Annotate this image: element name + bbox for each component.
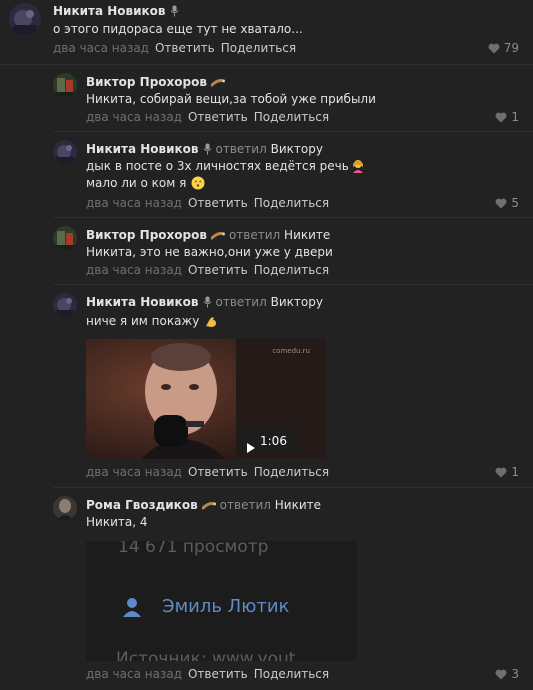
- microphone-icon: [203, 143, 212, 159]
- like-count: 79: [503, 41, 519, 55]
- user-icon: [122, 597, 142, 621]
- reply-button[interactable]: Ответить: [155, 41, 215, 55]
- comment-reply: Никита Новиков ответил Виктору дык в пост…: [0, 133, 533, 218]
- divider: [53, 284, 533, 285]
- share-button[interactable]: Поделиться: [254, 667, 329, 681]
- replied-label: ответил: [219, 498, 271, 512]
- cigar-icon: [210, 76, 226, 92]
- cigar-icon: [210, 229, 226, 245]
- person-tipping-hand-emoji-icon: [351, 159, 365, 178]
- microphone-icon: [170, 5, 179, 21]
- reply-target[interactable]: Виктору: [271, 295, 323, 309]
- like-button[interactable]: 79: [488, 40, 519, 58]
- divider: [0, 64, 533, 65]
- avatar[interactable]: [53, 140, 77, 164]
- image-attachment[interactable]: 14 671 просмотр Эмиль Лютик Источник: ww…: [86, 541, 357, 661]
- video-thumbnail[interactable]: comedu.ru 1:06: [86, 339, 326, 459]
- comment-time: два часа назад: [86, 196, 182, 210]
- share-button[interactable]: Поделиться: [221, 41, 296, 55]
- comment-author[interactable]: Никита Новиков: [86, 295, 199, 309]
- reply-target[interactable]: Никите: [275, 498, 321, 512]
- video-watermark: comedu.ru: [272, 347, 310, 355]
- video-duration-badge: 1:06: [238, 428, 298, 454]
- share-button[interactable]: Поделиться: [254, 196, 329, 210]
- comment-time: два часа назад: [86, 465, 182, 479]
- comment-text: Никита, это не важно,они уже у двери: [86, 245, 333, 259]
- comment-text: о этого пидораса еще тут не хватало...: [53, 22, 303, 36]
- reply-button[interactable]: Ответить: [188, 263, 248, 277]
- reply-button[interactable]: Ответить: [188, 465, 248, 479]
- divider: [53, 487, 533, 488]
- like-button[interactable]: 5: [495, 195, 519, 213]
- comment-text: Никита, собирай вещи,за тобой уже прибыл…: [86, 92, 376, 106]
- image-text-source: Источник: www.yout: [116, 649, 296, 661]
- reply-target[interactable]: Виктору: [271, 142, 323, 156]
- comment-author[interactable]: Виктор Прохоров: [86, 228, 207, 242]
- video-duration: 1:06: [260, 434, 287, 448]
- avatar[interactable]: [53, 73, 77, 97]
- replied-label: ответил: [215, 142, 267, 156]
- like-count: 5: [511, 196, 519, 210]
- like-count: 3: [511, 667, 519, 681]
- flexed-biceps-emoji-icon: [204, 314, 218, 333]
- avatar[interactable]: [53, 496, 77, 520]
- heart-icon: [495, 668, 507, 684]
- comment-text: ниче я им покажу: [86, 314, 200, 328]
- comment-text: дык в посте о 3х личностях ведётся речь: [86, 159, 349, 173]
- like-button[interactable]: 1: [495, 464, 519, 482]
- divider: [53, 217, 533, 218]
- comment: Никита Новиков о этого пидораса еще тут …: [0, 0, 533, 70]
- replied-label: ответил: [215, 295, 267, 309]
- replied-label: ответил: [228, 228, 281, 242]
- image-text-name: Эмиль Лютик: [162, 596, 290, 617]
- comment-author[interactable]: Виктор Прохоров: [86, 75, 207, 89]
- cigar-icon: [201, 499, 217, 515]
- image-text-views: 14 671 просмотр: [118, 541, 269, 557]
- share-button[interactable]: Поделиться: [254, 110, 329, 124]
- like-count: 1: [511, 465, 519, 479]
- comment-time: два часа назад: [86, 110, 182, 124]
- hushed-face-emoji-icon: [191, 176, 205, 195]
- like-button[interactable]: 1: [495, 109, 519, 127]
- reply-target[interactable]: Никите: [284, 228, 330, 242]
- comment-time: два часа назад: [53, 41, 149, 55]
- heart-icon: [495, 197, 507, 213]
- comment-author[interactable]: Никита Новиков: [86, 142, 199, 156]
- microphone-icon: [203, 296, 212, 312]
- comment-time: два часа назад: [86, 263, 182, 277]
- heart-icon: [495, 466, 507, 482]
- avatar[interactable]: [53, 293, 77, 317]
- divider: [53, 131, 533, 132]
- comment-text: Никита, 4: [86, 515, 148, 529]
- comment-author[interactable]: Никита Новиков: [53, 4, 166, 18]
- comment-reply: Виктор Прохоров Никита, собирай вещи,за …: [0, 66, 533, 132]
- reply-button[interactable]: Ответить: [188, 196, 248, 210]
- share-button[interactable]: Поделиться: [254, 465, 329, 479]
- reply-button[interactable]: Ответить: [188, 667, 248, 681]
- comment-reply: Виктор Прохоров ответил Никите Никита, эт…: [0, 219, 533, 285]
- comment-reply: Никита Новиков ответил Виктору ниче я им …: [0, 286, 533, 486]
- like-count: 1: [511, 110, 519, 124]
- comment-author[interactable]: Рома Гвоздиков: [86, 498, 198, 512]
- heart-icon: [488, 42, 500, 58]
- like-button[interactable]: 3: [495, 666, 519, 684]
- comment-text: мало ли о ком я: [86, 176, 187, 190]
- play-icon: [247, 436, 255, 459]
- heart-icon: [495, 111, 507, 127]
- avatar[interactable]: [9, 3, 41, 35]
- share-button[interactable]: Поделиться: [254, 263, 329, 277]
- reply-button[interactable]: Ответить: [188, 110, 248, 124]
- comment-time: два часа назад: [86, 667, 182, 681]
- comment-reply: Рома Гвоздиков ответил Никите Никита, 4 1…: [0, 489, 533, 690]
- avatar[interactable]: [53, 226, 77, 250]
